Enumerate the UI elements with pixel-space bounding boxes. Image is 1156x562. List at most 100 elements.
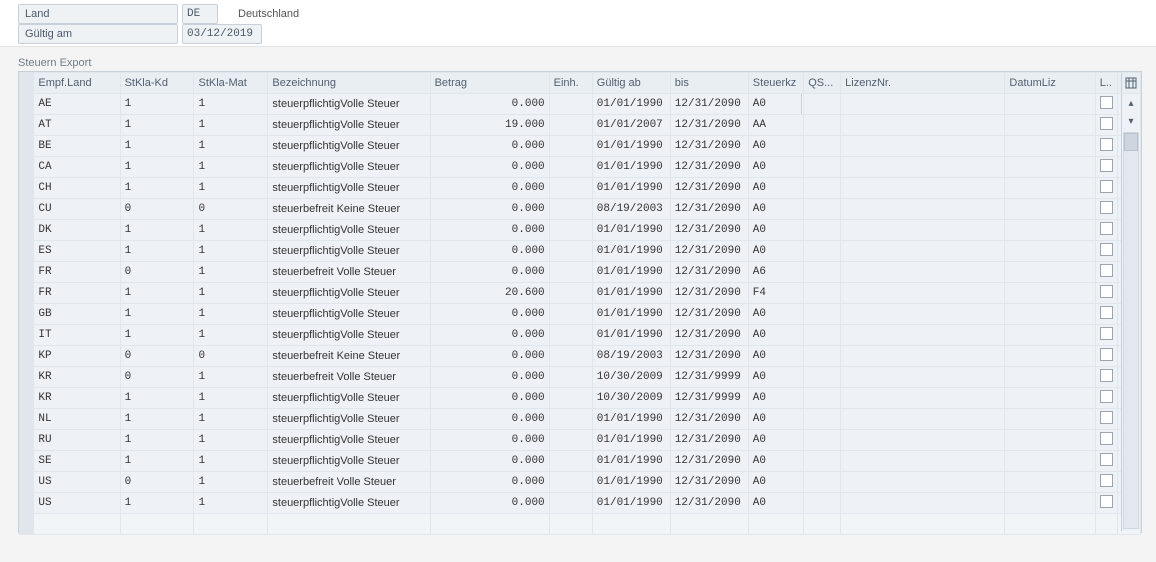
cell-datumliz[interactable] <box>1005 325 1095 346</box>
cell-stkla-mat[interactable]: 0 <box>194 199 268 220</box>
col-l[interactable]: L.. <box>1095 73 1118 94</box>
cell-datumliz[interactable] <box>1005 199 1095 220</box>
checkbox-icon[interactable] <box>1100 390 1113 403</box>
cell-gueltig-ab[interactable]: 01/01/1990 <box>592 325 670 346</box>
cell-stkla-kd[interactable]: 0 <box>120 472 194 493</box>
checkbox-icon[interactable] <box>1100 159 1113 172</box>
cell-lizenznr[interactable] <box>841 262 1005 283</box>
cell-gueltig-ab[interactable]: 01/01/1990 <box>592 430 670 451</box>
cell-gueltig-ab[interactable]: 01/01/1990 <box>592 178 670 199</box>
checkbox-icon[interactable] <box>1100 243 1113 256</box>
cell-betrag[interactable]: 20.600 <box>430 283 549 304</box>
table-row[interactable]: CA11steuerpflichtigVolle Steuer0.00001/0… <box>20 157 1141 178</box>
cell-bis[interactable]: 12/31/2090 <box>670 430 748 451</box>
table-row[interactable]: NL11steuerpflichtigVolle Steuer0.00001/0… <box>20 409 1141 430</box>
cell-betrag[interactable]: 0.000 <box>430 94 549 115</box>
col-stkla-kd[interactable]: StKla-Kd <box>120 73 194 94</box>
table-row[interactable]: US01steuerbefreit Volle Steuer0.00001/01… <box>20 472 1141 493</box>
cell-bis[interactable]: 12/31/2090 <box>670 325 748 346</box>
cell-steuerkz[interactable]: A0 <box>748 493 803 514</box>
table-row[interactable]: ES11steuerpflichtigVolle Steuer0.00001/0… <box>20 241 1141 262</box>
checkbox-icon[interactable] <box>1100 285 1113 298</box>
cell-datumliz[interactable] <box>1005 367 1095 388</box>
row-selector[interactable] <box>20 94 34 115</box>
cell-qs[interactable] <box>804 472 841 493</box>
cell-betrag[interactable]: 0.000 <box>430 157 549 178</box>
cell-empf-land[interactable]: KR <box>34 388 120 409</box>
cell-datumliz[interactable] <box>1005 430 1095 451</box>
cell-betrag[interactable]: 0.000 <box>430 346 549 367</box>
cell-empf-land[interactable]: KP <box>34 346 120 367</box>
cell-steuerkz[interactable]: A0 <box>748 388 803 409</box>
cell-betrag[interactable]: 0.000 <box>430 493 549 514</box>
cell-empf-land[interactable]: RU <box>34 430 120 451</box>
cell-bezeichnung[interactable]: steuerpflichtigVolle Steuer <box>268 220 430 241</box>
cell-bis[interactable]: 12/31/2090 <box>670 199 748 220</box>
cell-l[interactable] <box>1095 472 1118 493</box>
cell-bezeichnung[interactable]: steuerpflichtigVolle Steuer <box>268 115 430 136</box>
cell-datumliz[interactable] <box>1005 136 1095 157</box>
cell-steuerkz[interactable]: A0 <box>748 304 803 325</box>
cell-stkla-mat[interactable]: 1 <box>194 388 268 409</box>
table-row[interactable]: RU11steuerpflichtigVolle Steuer0.00001/0… <box>20 430 1141 451</box>
cell-stkla-mat[interactable]: 1 <box>194 325 268 346</box>
cell-stkla-kd[interactable]: 1 <box>120 136 194 157</box>
table-header-row[interactable]: Empf.Land StKla-Kd StKla-Mat Bezeichnung… <box>20 73 1141 94</box>
cell-datumliz[interactable] <box>1005 472 1095 493</box>
cell-stkla-mat[interactable]: 1 <box>194 220 268 241</box>
cell-empf-land[interactable]: US <box>34 493 120 514</box>
cell-betrag[interactable]: 0.000 <box>430 409 549 430</box>
cell-datumliz[interactable] <box>1005 94 1095 115</box>
cell-einh[interactable] <box>549 283 592 304</box>
cell-qs[interactable] <box>804 430 841 451</box>
table-row[interactable]: SE11steuerpflichtigVolle Steuer0.00001/0… <box>20 451 1141 472</box>
cell-lizenznr[interactable] <box>841 325 1005 346</box>
cell-l[interactable] <box>1095 304 1118 325</box>
cell-bis[interactable]: 12/31/2090 <box>670 262 748 283</box>
cell-steuerkz[interactable]: A0 <box>748 241 803 262</box>
cell-l[interactable] <box>1095 262 1118 283</box>
table-row[interactable]: CU00steuerbefreit Keine Steuer0.00008/19… <box>20 199 1141 220</box>
cell-bezeichnung[interactable]: steuerpflichtigVolle Steuer <box>268 493 430 514</box>
cell-empf-land[interactable]: BE <box>34 136 120 157</box>
cell-lizenznr[interactable] <box>841 367 1005 388</box>
cell-datumliz[interactable] <box>1005 493 1095 514</box>
row-selector-header[interactable] <box>20 73 34 94</box>
table-row[interactable]: CH11steuerpflichtigVolle Steuer0.00001/0… <box>20 178 1141 199</box>
cell-bis[interactable]: 12/31/2090 <box>670 283 748 304</box>
cell-betrag[interactable]: 0.000 <box>430 388 549 409</box>
cell-datumliz[interactable] <box>1005 388 1095 409</box>
cell-einh[interactable] <box>549 220 592 241</box>
cell-stkla-kd[interactable]: 1 <box>120 157 194 178</box>
cell-steuerkz[interactable]: A0 <box>748 472 803 493</box>
vertical-scrollbar[interactable]: ▴ ▾ <box>1121 94 1140 531</box>
cell-l[interactable] <box>1095 178 1118 199</box>
cell-einh[interactable] <box>549 241 592 262</box>
cell-stkla-kd[interactable]: 1 <box>120 94 194 115</box>
land-value[interactable]: DE <box>182 4 218 24</box>
cell-einh[interactable] <box>549 388 592 409</box>
checkbox-icon[interactable] <box>1100 411 1113 424</box>
cell-bis[interactable]: 12/31/2090 <box>670 451 748 472</box>
cell-stkla-kd[interactable]: 0 <box>120 367 194 388</box>
cell-stkla-mat[interactable]: 1 <box>194 367 268 388</box>
cell-lizenznr[interactable] <box>841 94 1005 115</box>
cell-qs[interactable] <box>804 283 841 304</box>
table-row[interactable]: IT11steuerpflichtigVolle Steuer0.00001/0… <box>20 325 1141 346</box>
cell-gueltig-ab[interactable]: 01/01/1990 <box>592 94 670 115</box>
cell-steuerkz[interactable]: A0 <box>748 220 803 241</box>
row-selector[interactable] <box>20 241 34 262</box>
col-betrag[interactable]: Betrag <box>430 73 549 94</box>
cell-l[interactable] <box>1095 451 1118 472</box>
cell-gueltig-ab[interactable] <box>592 514 670 535</box>
col-steuerkz[interactable]: Steuerkz <box>748 73 803 94</box>
cell-stkla-kd[interactable]: 1 <box>120 304 194 325</box>
cell-bezeichnung[interactable]: steuerpflichtigVolle Steuer <box>268 430 430 451</box>
cell-einh[interactable] <box>549 136 592 157</box>
cell-steuerkz[interactable]: A0 <box>748 157 803 178</box>
col-datumliz[interactable]: DatumLiz <box>1005 73 1095 94</box>
cell-betrag[interactable]: 0.000 <box>430 325 549 346</box>
cell-gueltig-ab[interactable]: 01/01/1990 <box>592 157 670 178</box>
table-row[interactable]: KR01steuerbefreit Volle Steuer0.00010/30… <box>20 367 1141 388</box>
cell-l[interactable] <box>1095 220 1118 241</box>
